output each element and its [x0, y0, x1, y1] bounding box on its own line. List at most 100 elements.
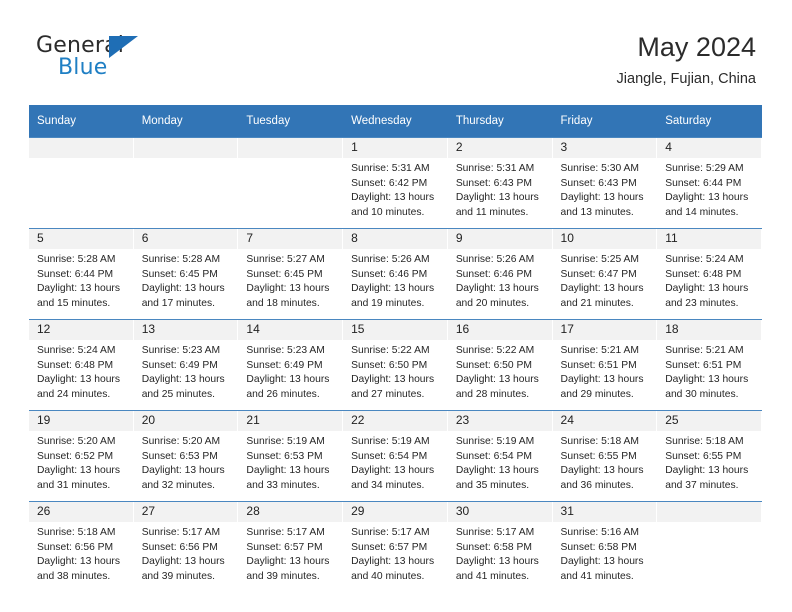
daylight-text-line1: Daylight: 13 hours [560, 283, 644, 295]
weekday-header-thursday: Thursday [447, 105, 553, 138]
day-number: 14 [238, 320, 344, 340]
calendar-day-cell[interactable]: 30 Sunrise: 5:17 AM Sunset: 6:58 PM Dayligh… [447, 501, 553, 592]
calendar-day-cell[interactable]: 5 Sunrise: 5:28 AM Sunset: 6:44 PM Daylight… [29, 228, 134, 320]
calendar-header-row: Sunday Monday Tuesday Wednesday Thursday… [29, 105, 762, 138]
calendar-day-cell[interactable]: 20 Sunrise: 5:20 AM Sunset: 6:53 PM Dayligh… [133, 410, 239, 502]
day-details: Sunrise: 5:23 AM Sunset: 6:49 PM Daylight:… [134, 340, 239, 402]
daylight-text-line2: and 24 minutes. [37, 388, 111, 400]
calendar-day-cell[interactable]: 13 Sunrise: 5:23 AM Sunset: 6:49 PM Dayligh… [133, 319, 239, 411]
daylight-text-line2: and 13 minutes. [560, 206, 634, 218]
calendar-day-cell[interactable]: 26 Sunrise: 5:18 AM Sunset: 6:56 PM Dayligh… [29, 501, 134, 592]
calendar-day-cell[interactable]: 19 Sunrise: 5:20 AM Sunset: 6:52 PM Dayligh… [29, 410, 134, 502]
sunrise-text: Sunrise: 5:17 AM [246, 527, 325, 538]
sunset-text: Sunset: 6:51 PM [560, 359, 637, 371]
calendar-day-cell[interactable]: 6 Sunrise: 5:28 AM Sunset: 6:45 PM Daylight… [133, 228, 239, 320]
day-details: Sunrise: 5:18 AM Sunset: 6:55 PM Daylight:… [657, 431, 762, 493]
calendar-day-cell[interactable]: 15 Sunrise: 5:22 AM Sunset: 6:50 PM Dayligh… [343, 319, 448, 411]
day-details: Sunrise: 5:29 AM Sunset: 6:44 PM Daylight:… [657, 158, 762, 220]
daylight-text-line1: Daylight: 13 hours [665, 192, 749, 204]
calendar-day-cell[interactable]: 1 Sunrise: 5:31 AM Sunset: 6:42 PM Daylight… [343, 137, 448, 229]
day-details: Sunrise: 5:20 AM Sunset: 6:53 PM Daylight:… [134, 431, 239, 493]
daylight-text-line2: and 20 minutes. [455, 297, 530, 309]
day-number: 22 [343, 411, 448, 431]
day-details: Sunrise: 5:26 AM Sunset: 6:46 PM Daylight:… [448, 249, 553, 311]
calendar-day-cell[interactable]: 10 Sunrise: 5:25 AM Sunset: 6:47 PM Dayligh… [552, 228, 658, 320]
calendar-day-cell[interactable]: 16 Sunrise: 5:22 AM Sunset: 6:50 PM Dayligh… [447, 319, 553, 411]
daylight-text-line1: Daylight: 13 hours [560, 192, 644, 204]
calendar-day-cell[interactable]: 29 Sunrise: 5:17 AM Sunset: 6:57 PM Dayligh… [343, 501, 448, 592]
calendar-day-cell[interactable]: 4 Sunrise: 5:29 AM Sunset: 6:44 PM Daylight… [657, 137, 762, 229]
daylight-text-line2: and 29 minutes. [560, 388, 634, 400]
daylight-text-line1: Daylight: 13 hours [560, 465, 644, 477]
daylight-text-line2: and 37 minutes. [665, 479, 739, 491]
daylight-text-line1: Daylight: 13 hours [560, 374, 644, 386]
calendar-day-cell[interactable]: 23 Sunrise: 5:19 AM Sunset: 6:54 PM Dayligh… [447, 410, 553, 502]
sunset-text: Sunset: 6:45 PM [246, 268, 323, 280]
day-number: 5 [29, 229, 134, 249]
calendar-day-cell[interactable]: 27 Sunrise: 5:17 AM Sunset: 6:56 PM Dayligh… [133, 501, 239, 592]
sunrise-text: Sunrise: 5:16 AM [560, 527, 639, 538]
day-details: Sunrise: 5:17 AM Sunset: 6:58 PM Daylight:… [448, 522, 553, 584]
sunset-text: Sunset: 6:48 PM [37, 359, 114, 371]
calendar-day-cell[interactable]: 21 Sunrise: 5:19 AM Sunset: 6:53 PM Dayligh… [238, 410, 344, 502]
sunrise-text: Sunrise: 5:17 AM [351, 527, 430, 538]
calendar-day-cell[interactable]: 25 Sunrise: 5:18 AM Sunset: 6:55 PM Dayligh… [657, 410, 762, 502]
calendar-day-cell[interactable]: 17 Sunrise: 5:21 AM Sunset: 6:51 PM Dayligh… [552, 319, 658, 411]
daylight-text-line1: Daylight: 13 hours [141, 283, 225, 295]
daylight-text-line1: Daylight: 13 hours [455, 192, 539, 204]
sunrise-text: Sunrise: 5:20 AM [141, 436, 221, 447]
daylight-text-line1: Daylight: 13 hours [455, 283, 539, 295]
daylight-text-line2: and 36 minutes. [560, 479, 634, 491]
title-block: May 2024 Jiangle, Fujian, China [617, 30, 756, 90]
day-details: Sunrise: 5:21 AM Sunset: 6:51 PM Daylight:… [657, 340, 762, 402]
daylight-text-line2: and 38 minutes. [37, 570, 111, 582]
sunrise-text: Sunrise: 5:22 AM [351, 345, 430, 356]
daylight-text-line1: Daylight: 13 hours [351, 465, 435, 477]
weekday-header-monday: Monday [133, 105, 239, 138]
calendar-day-cell[interactable]: 18 Sunrise: 5:21 AM Sunset: 6:51 PM Dayligh… [657, 319, 762, 411]
page-subtitle: Jiangle, Fujian, China [616, 71, 756, 87]
sunset-text: Sunset: 6:58 PM [455, 541, 532, 553]
day-number: 21 [238, 411, 344, 431]
sunrise-text: Sunrise: 5:28 AM [37, 254, 116, 265]
sunrise-text: Sunrise: 5:22 AM [455, 345, 535, 356]
daylight-text-line2: and 14 minutes. [665, 206, 739, 218]
calendar-day-cell[interactable]: 2 Sunrise: 5:31 AM Sunset: 6:43 PM Daylight… [447, 137, 553, 229]
daylight-text-line2: and 39 minutes. [141, 570, 215, 582]
calendar-day-cell[interactable]: 11 Sunrise: 5:24 AM Sunset: 6:48 PM Dayligh… [657, 228, 762, 320]
calendar-week-row: 1 Sunrise: 5:31 AM Sunset: 6:42 PM Daylight… [29, 137, 762, 229]
calendar-day-cell[interactable]: 24 Sunrise: 5:18 AM Sunset: 6:55 PM Dayligh… [552, 410, 658, 502]
day-details: Sunrise: 5:26 AM Sunset: 6:46 PM Daylight:… [343, 249, 448, 311]
daylight-text-line2: and 26 minutes. [246, 388, 320, 400]
sunset-text: Sunset: 6:46 PM [351, 268, 428, 280]
calendar-day-cell[interactable]: 9 Sunrise: 5:26 AM Sunset: 6:46 PM Daylight… [447, 228, 553, 320]
calendar-day-cell[interactable]: 14 Sunrise: 5:23 AM Sunset: 6:49 PM Dayligh… [238, 319, 344, 411]
calendar-week-row: 12 Sunrise: 5:24 AM Sunset: 6:48 PM Dayligh… [29, 319, 762, 411]
day-details: Sunrise: 5:19 AM Sunset: 6:53 PM Daylight:… [238, 431, 343, 493]
day-number: 31 [552, 502, 658, 522]
day-number: 9 [447, 229, 553, 249]
calendar-day-cell[interactable]: 22 Sunrise: 5:19 AM Sunset: 6:54 PM Dayligh… [343, 410, 448, 502]
sunset-text: Sunset: 6:43 PM [560, 177, 637, 189]
calendar-day-cell[interactable]: 12 Sunrise: 5:24 AM Sunset: 6:48 PM Dayligh… [29, 319, 134, 411]
weekday-header-wednesday: Wednesday [343, 105, 448, 138]
calendar-empty-cell [29, 137, 134, 229]
daylight-text-line1: Daylight: 13 hours [141, 465, 225, 477]
calendar-day-cell[interactable]: 3 Sunrise: 5:30 AM Sunset: 6:43 PM Daylight… [552, 137, 658, 229]
daylight-text-line1: Daylight: 13 hours [455, 465, 539, 477]
day-number: 2 [447, 138, 553, 158]
daylight-text-line1: Daylight: 13 hours [351, 283, 435, 295]
daylight-text-line1: Daylight: 13 hours [141, 374, 225, 386]
sunset-text: Sunset: 6:50 PM [351, 359, 428, 371]
day-number: 27 [133, 502, 239, 522]
day-details: Sunrise: 5:16 AM Sunset: 6:58 PM Daylight:… [553, 522, 658, 584]
sunrise-text: Sunrise: 5:18 AM [560, 436, 639, 447]
daylight-text-line1: Daylight: 13 hours [351, 556, 435, 568]
day-details: Sunrise: 5:17 AM Sunset: 6:57 PM Daylight:… [343, 522, 448, 584]
daylight-text-line1: Daylight: 13 hours [351, 192, 435, 204]
calendar-day-cell[interactable]: 31 Sunrise: 5:16 AM Sunset: 6:58 PM Dayligh… [552, 501, 658, 592]
calendar-day-cell[interactable]: 8 Sunrise: 5:26 AM Sunset: 6:46 PM Daylight… [343, 228, 448, 320]
calendar-day-cell[interactable]: 28 Sunrise: 5:17 AM Sunset: 6:57 PM Dayligh… [238, 501, 344, 592]
day-details: Sunrise: 5:19 AM Sunset: 6:54 PM Daylight:… [343, 431, 448, 493]
calendar-day-cell[interactable]: 7 Sunrise: 5:27 AM Sunset: 6:45 PM Daylight… [238, 228, 344, 320]
